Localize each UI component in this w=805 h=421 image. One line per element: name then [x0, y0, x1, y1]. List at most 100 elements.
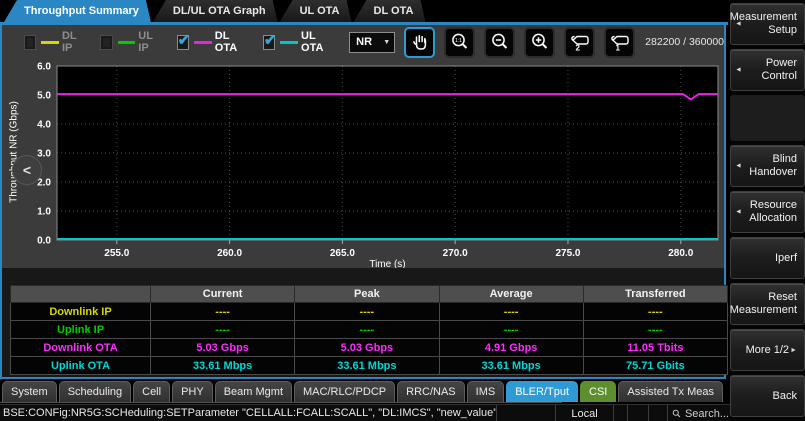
zoom-region-2-button[interactable]: 2 — [564, 27, 595, 58]
chevron-left-icon: ◄ — [735, 64, 742, 77]
cell-current: 5.03 Gbps — [151, 339, 295, 357]
header-average: Average — [439, 286, 583, 303]
ul-ota-checkbox[interactable]: ✔ — [263, 35, 275, 50]
zoom-1to1-button[interactable]: 1:1 — [444, 27, 475, 58]
dl-ota-checkbox[interactable]: ✔ — [177, 35, 189, 50]
legend-item-dl-ip: DL IP — [24, 30, 84, 54]
header-transferred: Transferred — [583, 286, 727, 303]
panel-accent-left — [0, 22, 2, 379]
technology-dropdown-value: NR — [356, 36, 372, 48]
reset-measurement-button[interactable]: Reset Measurement — [730, 283, 805, 325]
svg-text:1.0: 1.0 — [37, 207, 51, 218]
row-label: Uplink OTA — [11, 357, 151, 375]
chevron-left-icon: ◄ — [735, 18, 742, 31]
tab-bar-underline — [0, 402, 562, 403]
more-pages-button[interactable]: More 1/2 ► — [730, 329, 805, 371]
throughput-chart[interactable]: 0.01.02.03.04.05.06.0255.0260.0265.0270.… — [30, 60, 725, 268]
ul-ip-line-swatch — [118, 41, 136, 44]
zoom-tag-2-icon: 2 — [569, 31, 591, 53]
back-button[interactable]: Back — [730, 375, 805, 417]
legend-item-ul-ip: UL IP — [100, 30, 160, 54]
tab-cell[interactable]: Cell — [133, 381, 170, 402]
zoom-region-1-button[interactable]: 1 — [604, 27, 635, 58]
cell-transferred: 11.05 Tbits — [583, 339, 727, 357]
softkey-sidebar: ◄ Measurement Setup ◄ Power Control ◄ Bl… — [730, 0, 805, 421]
iperf-button[interactable]: Iperf — [730, 237, 805, 279]
svg-text:2.0: 2.0 — [37, 178, 51, 189]
top-tab-bar: Throughput Summary DL/UL OTA Graph UL OT… — [0, 0, 728, 22]
blind-handover-button[interactable]: ◄ Blind Handover — [730, 145, 805, 187]
header-current: Current — [151, 286, 295, 303]
header-blank — [11, 286, 151, 303]
empty-softkey-slot — [730, 95, 805, 141]
cell-peak: 5.03 Gbps — [295, 339, 439, 357]
tab-ims[interactable]: IMS — [467, 381, 505, 402]
chevron-right-icon: ► — [790, 344, 797, 357]
tab-system[interactable]: System — [2, 381, 57, 402]
dl-ip-line-swatch — [41, 41, 59, 44]
svg-text:3.0: 3.0 — [37, 149, 51, 160]
collapse-panel-button[interactable]: < — [12, 155, 42, 185]
zoom-out-button[interactable] — [484, 27, 515, 58]
svg-text:5.0: 5.0 — [37, 91, 51, 102]
dl-ota-line-swatch — [194, 41, 212, 44]
softkey-label: Resource Allocation — [744, 199, 797, 225]
graph-toolbar: 1:1 — [404, 27, 635, 58]
tab-rrc-nas[interactable]: RRC/NAS — [397, 381, 465, 402]
ul-ip-label: UL IP — [138, 30, 160, 54]
table-header-row: Current Peak Average Transferred — [11, 286, 728, 303]
tab-dl-ota[interactable]: DL OTA — [354, 0, 426, 22]
svg-text:270.0: 270.0 — [443, 248, 468, 259]
resource-allocation-button[interactable]: ◄ Resource Allocation — [730, 191, 805, 233]
ul-ip-checkbox[interactable] — [100, 35, 112, 50]
ul-ota-label: UL OTA — [301, 30, 333, 54]
tab-bler-tput[interactable]: BLER/Tput — [506, 381, 578, 402]
svg-text:260.0: 260.0 — [217, 248, 242, 259]
chevron-down-icon: ▼ — [383, 39, 390, 46]
svg-text:2: 2 — [575, 44, 580, 53]
chevron-left-icon: ◄ — [735, 160, 742, 173]
svg-text:1: 1 — [615, 44, 620, 53]
cell-current: ---- — [151, 321, 295, 339]
search-box[interactable]: Search... — [667, 405, 729, 421]
chevron-left-icon: ◄ — [735, 206, 742, 219]
legend-item-dl-ota: ✔ DL OTA — [177, 30, 247, 54]
bottom-tab-bar: System Scheduling Cell PHY Beam Mgmt MAC… — [2, 381, 723, 402]
svg-text:6.0: 6.0 — [37, 62, 51, 73]
zoom-in-button[interactable] — [524, 27, 555, 58]
row-label: Downlink OTA — [11, 339, 151, 357]
softkey-label: Blind Handover — [744, 153, 797, 179]
technology-dropdown[interactable]: NR ▼ — [349, 32, 395, 53]
svg-text:4.0: 4.0 — [37, 120, 51, 131]
tab-mac-rlc-pdcp[interactable]: MAC/RLC/PDCP — [294, 381, 395, 402]
scpi-command-text: BSE:CONFig:NR5G:SCHeduling:SETParameter … — [3, 407, 497, 419]
tab-scheduling[interactable]: Scheduling — [59, 381, 131, 402]
softkey-label: Iperf — [775, 252, 797, 265]
tab-csi[interactable]: CSI — [580, 381, 616, 402]
svg-text:275.0: 275.0 — [555, 248, 580, 259]
svg-text:255.0: 255.0 — [104, 248, 129, 259]
table-row: Uplink OTA 33.61 Mbps 33.61 Mbps 33.61 M… — [11, 357, 728, 375]
tab-ul-ota[interactable]: UL OTA — [280, 0, 352, 22]
power-control-button[interactable]: ◄ Power Control — [730, 49, 805, 91]
status-segment-blank-4 — [648, 405, 667, 421]
tab-dlul-ota-graph[interactable]: DL/UL OTA Graph — [153, 0, 278, 22]
sample-counter: 282200 / 360000 — [645, 36, 724, 48]
y-axis-title: Throughput NR (Gbps) — [9, 101, 20, 203]
tab-beam-mgmt[interactable]: Beam Mgmt — [215, 381, 292, 402]
measurement-setup-button[interactable]: ◄ Measurement Setup — [730, 3, 805, 45]
status-mode-indicator: Local — [555, 405, 613, 421]
tab-phy[interactable]: PHY — [172, 381, 213, 402]
checkmark-icon: ✔ — [178, 31, 191, 49]
cell-average: ---- — [439, 321, 583, 339]
row-label: Downlink IP — [11, 303, 151, 321]
tab-throughput-summary[interactable]: Throughput Summary — [4, 0, 151, 22]
status-bar: BSE:CONFig:NR5G:SCHeduling:SETParameter … — [0, 404, 730, 421]
magnifier-minus-icon — [490, 32, 510, 52]
softkey-label: Reset Measurement — [730, 291, 797, 317]
tab-assisted-tx-meas[interactable]: Assisted Tx Meas — [618, 381, 723, 402]
cell-current: 33.61 Mbps — [151, 357, 295, 375]
pan-tool-button[interactable] — [404, 27, 435, 58]
dl-ip-checkbox[interactable] — [24, 35, 36, 50]
svg-text:0.0: 0.0 — [37, 236, 51, 247]
